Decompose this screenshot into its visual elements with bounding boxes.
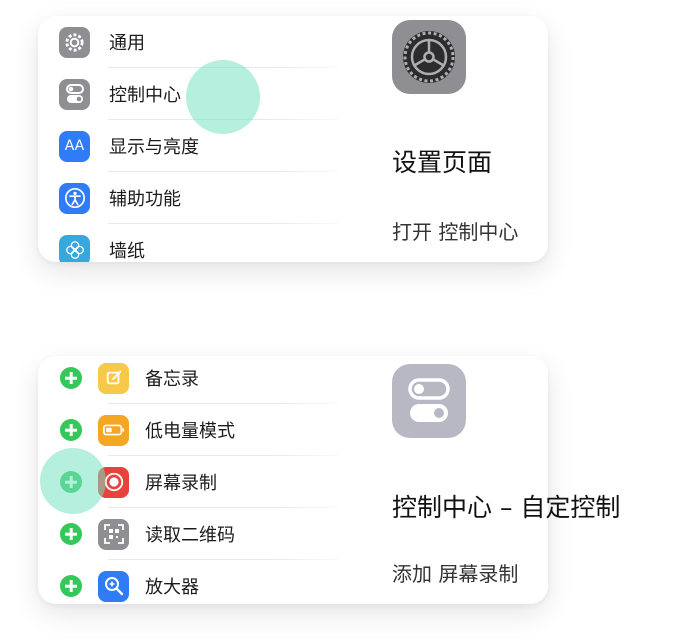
add-low-power-mode-button[interactable]	[60, 419, 82, 441]
control-center-switches-icon	[392, 364, 466, 438]
add-qr-code-button[interactable]	[60, 523, 82, 545]
switches-icon	[59, 78, 90, 110]
settings-row-accessibility[interactable]: 辅助功能	[38, 172, 338, 224]
battery-icon	[98, 414, 129, 446]
magnifier-icon	[98, 570, 129, 602]
control-row-label: 屏幕录制	[145, 473, 217, 494]
screen-record-icon	[98, 466, 129, 498]
step2-heading: 控制中心 – 自定控制	[392, 493, 621, 522]
settings-row-label: 控制中心	[109, 85, 181, 106]
settings-row-label: 墙纸	[109, 241, 145, 262]
wallpaper-flower-icon	[59, 234, 90, 262]
settings-row-label: 通用	[109, 33, 145, 54]
settings-row-control-center[interactable]: 控制中心	[38, 68, 338, 120]
add-notes-button[interactable]	[60, 367, 82, 389]
control-row-magnifier: 放大器	[38, 560, 338, 604]
control-row-label: 读取二维码	[145, 525, 235, 546]
qr-code-icon	[98, 518, 129, 550]
step1-heading: 设置页面	[392, 148, 493, 177]
control-row-label: 备忘录	[145, 369, 199, 390]
add-magnifier-button[interactable]	[60, 575, 82, 597]
control-row-label: 放大器	[145, 577, 199, 598]
settings-row-general[interactable]: 通用	[38, 16, 338, 68]
text-size-icon: AA	[59, 130, 90, 162]
settings-row-label: 显示与亮度	[109, 137, 199, 158]
step2-instruction: 添加 屏幕录制	[392, 562, 519, 586]
gear-icon	[59, 26, 90, 58]
control-row-notes: 备忘录	[38, 356, 338, 404]
control-row-qr-code: 读取二维码	[38, 508, 338, 560]
control-row-screen-recording: 屏幕录制	[38, 456, 338, 508]
accessibility-icon	[59, 182, 90, 214]
settings-row-display-brightness[interactable]: AA 显示与亮度	[38, 120, 338, 172]
settings-row-wallpaper[interactable]: 墙纸	[38, 224, 338, 262]
settings-gear-icon	[392, 20, 466, 94]
notes-icon	[98, 362, 129, 394]
control-row-label: 低电量模式	[145, 421, 235, 442]
add-screen-recording-button[interactable]	[60, 471, 82, 493]
settings-row-label: 辅助功能	[109, 189, 181, 210]
step1-instruction: 打开 控制中心	[392, 220, 519, 244]
control-row-low-power-mode: 低电量模式	[38, 404, 338, 456]
